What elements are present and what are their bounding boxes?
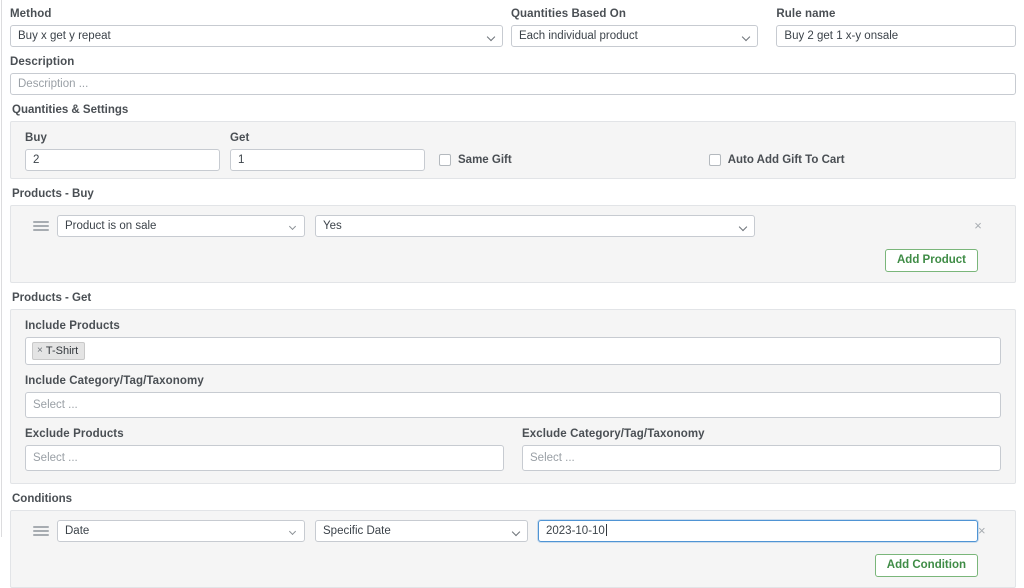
- description-field-group: Description Description ...: [10, 56, 1016, 95]
- method-field-group: Method Buy x get y repeat: [10, 8, 503, 47]
- get-field-group: Get 1: [230, 132, 425, 171]
- conditions-row: Date Specific Date 2023-10-10 ×: [21, 520, 1005, 542]
- quantities-settings-label: Quantities & Settings: [12, 104, 1016, 117]
- method-select-wrap: Buy x get y repeat: [10, 25, 503, 47]
- quantities-settings-section: Quantities & Settings Buy 2 Get 1 Same G…: [10, 104, 1016, 179]
- products-buy-row: Product is on sale Yes ×: [21, 215, 1005, 237]
- exclude-products-input[interactable]: Select ...: [25, 445, 504, 471]
- add-product-button[interactable]: Add Product: [885, 249, 978, 272]
- products-buy-value-select-wrap: Yes: [315, 215, 755, 237]
- include-category-input[interactable]: Select ...: [25, 392, 1001, 418]
- include-category-label: Include Category/Tag/Taxonomy: [25, 375, 1001, 388]
- product-tag-label: T-Shirt: [46, 344, 78, 358]
- conditions-label: Conditions: [12, 493, 1016, 506]
- include-products-tagbox[interactable]: × T-Shirt: [25, 337, 1001, 365]
- description-input[interactable]: Description ...: [10, 73, 1016, 95]
- products-buy-label: Products - Buy: [12, 188, 1016, 201]
- condition-operator-select-wrap: Specific Date: [315, 520, 528, 542]
- exclude-products-group: Exclude Products Select ...: [25, 428, 504, 471]
- condition-value-text: 2023-10-10: [546, 521, 605, 541]
- quantities-based-on-label: Quantities Based On: [511, 8, 758, 21]
- conditions-panel: Date Specific Date 2023-10-10 × Add Cond…: [10, 510, 1016, 588]
- remove-products-buy-row-icon[interactable]: ×: [971, 219, 985, 233]
- same-gift-checkbox-row[interactable]: Same Gift: [439, 149, 512, 171]
- drag-handle-icon[interactable]: [33, 524, 49, 538]
- quantities-based-on-select-wrap: Each individual product: [511, 25, 758, 47]
- products-buy-actions: Add Product: [21, 249, 1005, 272]
- exclude-category-input[interactable]: Select ...: [522, 445, 1001, 471]
- same-gift-label: Same Gift: [458, 154, 512, 166]
- products-buy-field-select[interactable]: Product is on sale: [57, 215, 305, 237]
- products-buy-field-select-wrap: Product is on sale: [57, 215, 305, 237]
- method-label: Method: [10, 8, 503, 21]
- exclude-products-label: Exclude Products: [25, 428, 504, 441]
- exclude-category-label: Exclude Category/Tag/Taxonomy: [522, 428, 1001, 441]
- rule-name-label: Rule name: [776, 8, 1016, 21]
- top-fields-row: Method Buy x get y repeat Quantities Bas…: [10, 8, 1016, 47]
- products-get-section: Products - Get Include Products × T-Shir…: [10, 292, 1016, 484]
- auto-add-gift-checkbox[interactable]: [709, 154, 721, 166]
- remove-condition-row-icon[interactable]: ×: [978, 524, 986, 538]
- quantities-based-on-field-group: Quantities Based On Each individual prod…: [511, 8, 758, 47]
- condition-field-select-wrap: Date: [57, 520, 305, 542]
- description-label: Description: [10, 56, 1016, 69]
- include-products-group: Include Products × T-Shirt: [25, 320, 1001, 365]
- buy-input[interactable]: 2: [25, 149, 220, 171]
- auto-add-gift-checkbox-row[interactable]: Auto Add Gift To Cart: [709, 149, 845, 171]
- rule-name-input[interactable]: Buy 2 get 1 x-y onsale: [776, 25, 1016, 47]
- quantities-settings-panel: Buy 2 Get 1 Same Gift Auto Add Gift To C…: [10, 121, 1016, 179]
- include-category-group: Include Category/Tag/Taxonomy Select ...: [25, 375, 1001, 418]
- product-tag[interactable]: × T-Shirt: [32, 342, 85, 360]
- same-gift-checkbox[interactable]: [439, 154, 451, 166]
- buy-label: Buy: [25, 132, 220, 145]
- get-input[interactable]: 1: [230, 149, 425, 171]
- quantities-based-on-select[interactable]: Each individual product: [511, 25, 758, 47]
- get-label: Get: [230, 132, 425, 145]
- include-products-label: Include Products: [25, 320, 1001, 333]
- conditions-actions: Add Condition: [21, 554, 1005, 577]
- condition-operator-select[interactable]: Specific Date: [315, 520, 528, 542]
- products-get-panel: Include Products × T-Shirt Include Categ…: [10, 309, 1016, 484]
- conditions-section: Conditions Date Specific Date 2023-10-10…: [10, 493, 1016, 588]
- drag-handle-icon[interactable]: [33, 219, 49, 233]
- rule-editor-page: Method Buy x get y repeat Quantities Bas…: [0, 0, 1024, 537]
- auto-add-gift-label: Auto Add Gift To Cart: [728, 154, 845, 166]
- condition-field-select[interactable]: Date: [57, 520, 305, 542]
- exclude-category-group: Exclude Category/Tag/Taxonomy Select ...: [522, 428, 1001, 471]
- products-buy-value-select[interactable]: Yes: [315, 215, 755, 237]
- condition-value-input[interactable]: 2023-10-10: [538, 520, 978, 542]
- remove-tag-icon[interactable]: ×: [37, 344, 43, 358]
- add-condition-button[interactable]: Add Condition: [875, 554, 978, 577]
- rule-name-field-group: Rule name Buy 2 get 1 x-y onsale: [776, 8, 1016, 47]
- products-buy-panel: Product is on sale Yes × Add Product: [10, 205, 1016, 283]
- buy-field-group: Buy 2: [25, 132, 220, 171]
- products-buy-section: Products - Buy Product is on sale Yes × …: [10, 188, 1016, 283]
- method-select[interactable]: Buy x get y repeat: [10, 25, 503, 47]
- exclude-row: Exclude Products Select ... Exclude Cate…: [25, 428, 1001, 471]
- products-get-label: Products - Get: [12, 292, 1016, 305]
- quantities-row: Buy 2 Get 1 Same Gift Auto Add Gift To C…: [25, 132, 1001, 171]
- text-cursor: [606, 524, 607, 536]
- page-left-rail: [1, 0, 2, 537]
